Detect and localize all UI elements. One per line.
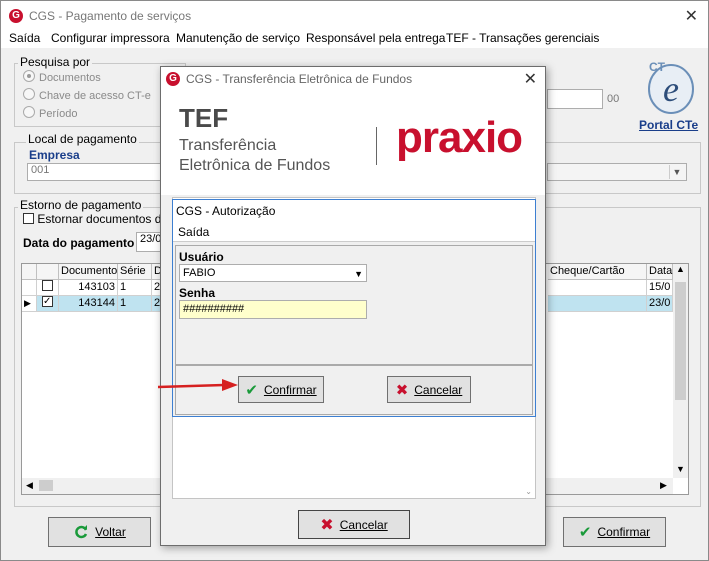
app-logo-icon: G [9,9,23,23]
chevron-down-icon[interactable]: ▼ [354,266,363,282]
empresa-value: 001 [31,164,50,176]
grid-header-documento[interactable]: Documento [59,264,118,280]
scroll-thumb[interactable] [675,282,686,400]
auth-confirmar-button[interactable]: ✔ Confirmar [238,376,324,403]
close-icon[interactable]: ✕ [685,6,698,26]
main-window-title: CGS - Pagamento de serviços [29,9,192,23]
menu-configurar-impressora[interactable]: Configurar impressora [51,31,170,45]
svg-text:e: e [663,69,679,109]
usuario-select[interactable]: FABIO ▼ [179,264,367,282]
chevron-down-icon[interactable]: ▼ [669,165,684,179]
tef-banner-line1: Transferência [179,137,277,154]
local-pagamento-legend: Local de pagamento [26,132,139,146]
scroll-left-icon[interactable]: ◀ [26,480,33,491]
auth-cancelar-button[interactable]: ✖ Cancelar [387,376,471,403]
tef-banner: TEF Transferência Eletrônica de Fundos p… [161,91,545,195]
pesquisa-suffix: 00 [607,93,620,105]
menu-manutencao-servico[interactable]: Manutenção de serviço [176,31,300,45]
table-row-documento: 143144 [59,296,118,312]
data-pagamento-value: 23/0 [140,233,162,245]
grid-header-indicator [22,264,37,280]
usuario-value: FABIO [183,267,216,279]
grid-header-data[interactable]: Data [647,264,673,280]
auth-title-bar: CGS - Autorização [173,200,535,222]
red-arrow-icon [158,379,238,391]
radio-periodo[interactable]: Período [23,106,78,120]
empresa-select[interactable]: ▼ [547,163,687,181]
cancel-x-icon: ✖ [395,381,409,399]
main-confirmar-label: Confirmar [597,525,651,539]
senha-label: Senha [179,286,216,300]
hscroll-thumb[interactable] [39,480,53,491]
pesquisa-field[interactable] [547,89,603,109]
cancel-x-icon: ✖ [320,516,334,534]
scroll-right-icon[interactable]: ▶ [660,480,667,491]
auth-confirmar-label: Confirmar [263,382,317,397]
auth-cancelar-label: Cancelar [414,382,463,397]
chevron-down-icon: ⌄ [525,487,532,496]
tef-banner-title: TEF [179,103,229,133]
tef-cancelar-button[interactable]: ✖ Cancelar [298,510,410,539]
auth-menu-saida[interactable]: Saída [178,225,209,239]
menu-responsavel-entrega[interactable]: Responsável pela entrega [306,31,445,45]
table-row-cheque [548,280,647,296]
main-menubar: Saída Configurar impressora Manutenção d… [1,30,708,48]
table-row-data: 23/0 [647,296,673,312]
row-indicator [22,280,37,296]
tef-title-bar: G CGS - Transferência Eletrônica de Fund… [161,67,545,91]
table-row-serie: 1 [118,280,152,296]
svg-text:CT: CT [649,60,666,74]
praxio-logo: praxio [396,113,523,162]
estorno-legend: Estorno de pagamento [18,198,144,212]
table-row-serie: 1 [118,296,152,312]
senha-value: ########## [183,303,245,315]
voltar-label: Voltar [95,525,126,539]
close-icon[interactable]: ✕ [524,69,537,89]
auth-menubar: Saída [173,222,535,242]
radio-documentos[interactable]: Documentos [23,70,101,84]
data-pagamento-label: Data do pagamento [23,236,135,250]
grid-header-cheque[interactable]: Cheque/Cartão [548,264,647,280]
menu-saida[interactable]: Saída [9,31,40,45]
portal-cte-link[interactable]: Portal CTe [639,118,698,132]
check-icon: ✔ [245,381,258,399]
check-icon: ✔ [578,524,592,541]
main-title-bar: G CGS - Pagamento de serviços ✕ [1,1,708,31]
voltar-button[interactable]: Voltar [48,517,151,547]
refresh-icon [75,525,88,539]
scroll-down-icon[interactable]: ▼ [676,464,685,474]
cte-logo-icon: e CT [637,55,699,115]
tef-title: CGS - Transferência Eletrônica de Fundos [186,72,413,86]
row-pointer-icon: ▶ [22,296,37,312]
pesquisa-legend: Pesquisa por [18,55,93,69]
menu-tef-transacoes[interactable]: TEF - Transações gerenciais [446,31,599,45]
tef-banner-line2: Eletrônica de Fundos [179,157,331,174]
empresa-label: Empresa [29,148,80,162]
app-logo-icon: G [166,72,180,86]
usuario-label: Usuário [179,250,224,264]
empresa-field[interactable]: 001 [27,163,163,181]
grid-header-serie[interactable]: Série [118,264,152,280]
row-checkbox[interactable] [37,294,59,312]
table-row-data: 15/0 [647,280,673,296]
table-row-documento: 143103 [59,280,118,296]
banner-divider [376,127,377,165]
auth-title: CGS - Autorização [176,204,276,218]
table-row-cheque [548,296,647,312]
scroll-up-icon[interactable]: ▲ [676,264,685,274]
main-confirmar-button[interactable]: ✔ Confirmar [563,517,666,547]
tef-cancelar-label: Cancelar [339,517,388,532]
senha-input[interactable]: ########## [179,300,367,319]
radio-chave-cte[interactable]: Chave de acesso CT-e [23,88,151,102]
grid-header-check [37,264,59,280]
vertical-scrollbar[interactable]: ▲ ▼ [673,264,688,478]
